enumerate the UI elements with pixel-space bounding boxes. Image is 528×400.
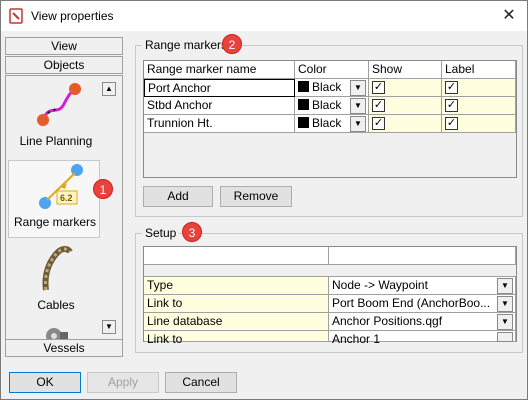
label-checkbox[interactable]: ✓ [445, 81, 458, 94]
column-header-label[interactable]: Label [442, 61, 516, 79]
window-title: View properties [31, 9, 114, 23]
marker-color-select[interactable]: Black ▼ [295, 115, 369, 133]
show-checkbox[interactable]: ✓ [372, 99, 385, 112]
label-checkbox[interactable]: ✓ [445, 117, 458, 130]
show-checkbox[interactable]: ✓ [372, 117, 385, 130]
nav-item-range-markers[interactable]: 6.2 1 Range markers [8, 160, 113, 238]
show-checkbox-cell[interactable]: ✓ [369, 79, 442, 97]
setup-value-select[interactable]: Node -> Waypoint ▼ [329, 277, 516, 295]
label-checkbox-cell[interactable]: ✓ [442, 79, 516, 97]
step-badge-2: 2 [222, 34, 242, 54]
color-swatch [298, 81, 309, 92]
color-swatch [298, 117, 309, 128]
setup-value: Port Boom End (AnchorBoo... [332, 296, 491, 310]
column-header-name[interactable]: Range marker name [144, 61, 295, 79]
objects-list: Line Planning 6.2 1 Range markers Cables… [5, 75, 123, 355]
nav-header-view[interactable]: View [5, 37, 123, 55]
cancel-button[interactable]: Cancel [165, 372, 237, 393]
cable-icon [42, 246, 73, 291]
marker-color-select[interactable]: Black ▼ [295, 79, 369, 97]
marker-name-cell[interactable]: Port Anchor [144, 79, 295, 97]
svg-text:6.2: 6.2 [60, 193, 73, 203]
color-value: Black [312, 116, 342, 130]
chevron-down-icon[interactable] [497, 332, 513, 342]
column-header-color[interactable]: Color [295, 61, 369, 79]
ok-button[interactable]: OK [9, 372, 81, 393]
show-checkbox-cell[interactable]: ✓ [369, 97, 442, 115]
range-marker-icon: 6.2 [39, 164, 83, 209]
chevron-down-icon[interactable]: ▼ [497, 278, 513, 294]
setup-key-cell: Type [144, 277, 329, 295]
chevron-down-icon[interactable]: ▼ [350, 80, 366, 96]
setup-value: Node -> Waypoint [332, 278, 428, 292]
color-value: Black [312, 98, 342, 112]
setup-value-select[interactable]: Anchor Positions.qgf ▼ [329, 313, 516, 331]
marker-name-cell[interactable]: Stbd Anchor [144, 97, 295, 115]
range-markers-group-title: Range markers [142, 38, 231, 52]
color-swatch [298, 99, 309, 110]
range-markers-group: Range markers 2 Range marker name Color … [135, 34, 523, 217]
setup-group: Setup 3 Type Node -> Waypoint ▼ Link to P… [135, 222, 523, 353]
setup-spacer [144, 265, 516, 277]
label-checkbox[interactable]: ✓ [445, 99, 458, 112]
scroll-up-button[interactable]: ▲ [102, 82, 116, 96]
nav-item-label: Range markers [13, 215, 97, 229]
apply-button[interactable]: Apply [87, 372, 159, 393]
title-bar: View properties ✕ [1, 1, 527, 31]
range-markers-table: Range marker name Color Show Label Port … [143, 60, 517, 178]
color-value: Black [312, 80, 342, 94]
line-planning-icon [37, 83, 81, 126]
setup-value: Anchor Positions.qgf [332, 314, 443, 328]
label-checkbox-cell[interactable]: ✓ [442, 97, 516, 115]
add-button[interactable]: Add [143, 186, 213, 207]
setup-table: Type Node -> Waypoint ▼ Link to Port Boom… [143, 246, 517, 346]
setup-value: Anchor 1 [332, 332, 381, 346]
remove-button[interactable]: Remove [220, 186, 292, 207]
setup-header-key [144, 247, 329, 265]
label-checkbox-cell[interactable]: ✓ [442, 115, 516, 133]
show-checkbox[interactable]: ✓ [372, 81, 385, 94]
column-header-show[interactable]: Show [369, 61, 442, 79]
chevron-down-icon[interactable]: ▼ [350, 116, 366, 132]
chevron-down-icon[interactable]: ▼ [497, 314, 513, 330]
close-icon[interactable]: ✕ [498, 5, 520, 27]
setup-key-cell: Link to [144, 295, 329, 313]
setup-value-select[interactable]: Port Boom End (AnchorBoo... ▼ [329, 295, 516, 313]
setup-group-title: Setup [142, 226, 180, 240]
setup-key-cell: Line database [144, 313, 329, 331]
nav-header-objects[interactable]: Objects [5, 56, 123, 74]
nav-header-vessels[interactable]: Vessels [5, 339, 123, 357]
view-properties-window: View properties ✕ View Objects Line Plan… [0, 0, 528, 400]
setup-key-cell: Link to [144, 331, 329, 346]
marker-color-select[interactable]: Black ▼ [295, 97, 369, 115]
show-checkbox-cell[interactable]: ✓ [369, 115, 442, 133]
step-badge-1: 1 [93, 179, 113, 199]
nav-item-line-planning[interactable]: Line Planning [8, 82, 104, 156]
marker-name-cell[interactable]: Trunnion Ht. [144, 115, 295, 133]
setup-value-select[interactable]: Anchor 1 [329, 331, 516, 346]
chevron-down-icon[interactable]: ▼ [497, 296, 513, 312]
category-navigator: View Objects Line Planning 6.2 1 Range m… [5, 37, 123, 357]
app-icon [9, 8, 23, 24]
setup-header-value [329, 247, 516, 265]
step-badge-3: 3 [182, 222, 202, 242]
nav-item-cables[interactable]: Cables [8, 244, 104, 318]
scroll-down-button[interactable]: ▼ [102, 320, 116, 334]
nav-item-label: Cables [37, 298, 75, 312]
chevron-down-icon[interactable]: ▼ [350, 98, 366, 114]
nav-item-label: Line Planning [19, 134, 93, 148]
